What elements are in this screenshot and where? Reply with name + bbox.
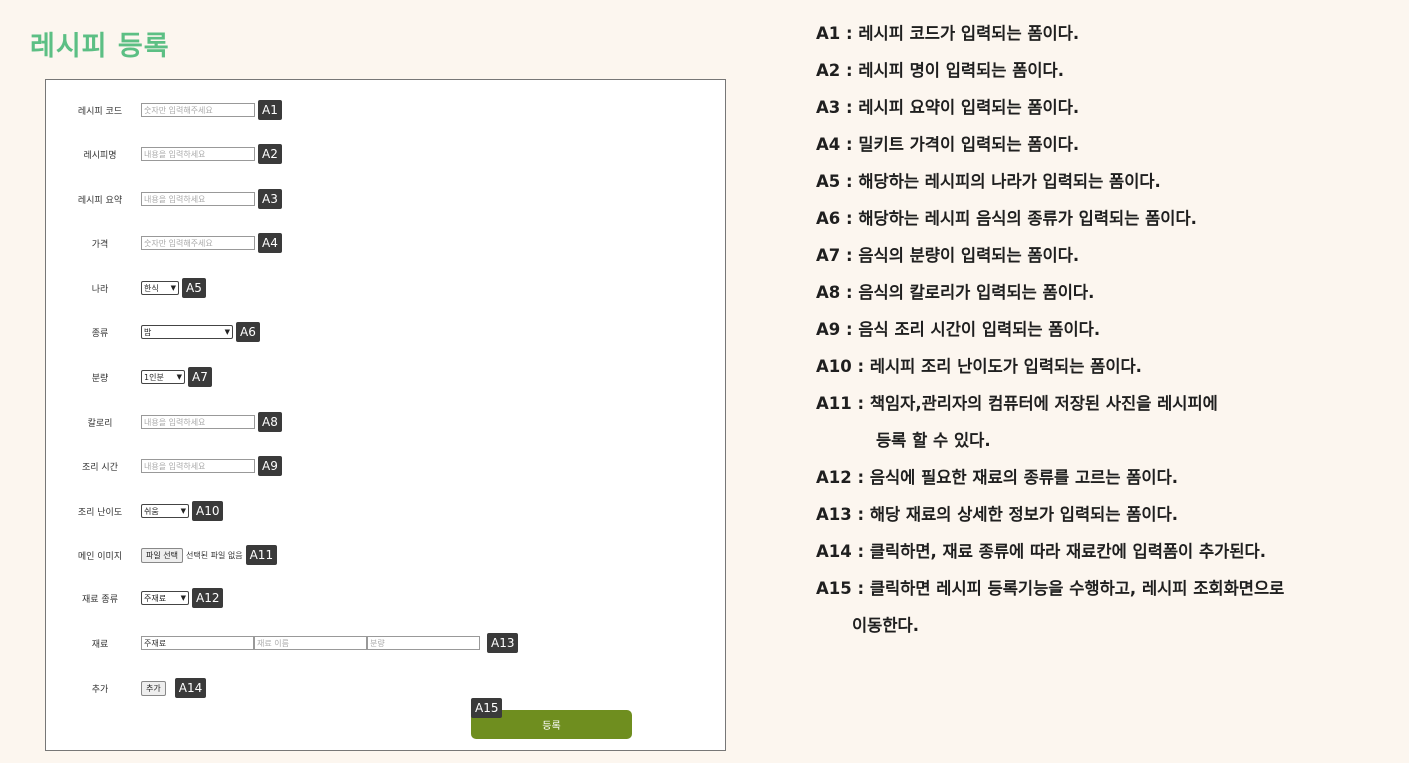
description-item-continued: 등록 할 수 있다. bbox=[876, 431, 991, 450]
annotation-tag: A2 bbox=[258, 144, 282, 164]
select-value: 한식 bbox=[144, 283, 159, 293]
select-value: 밥 bbox=[144, 327, 152, 337]
recipe-form: 레시피 코드 숫자만 입력해주세요 A1 레시피명 내용을 입력하세요 A2 레… bbox=[45, 79, 726, 751]
select-value: 1인분 bbox=[144, 372, 164, 382]
chevron-down-icon: ▼ bbox=[170, 284, 176, 292]
difficulty-select[interactable]: 쉬움 ▼ bbox=[141, 504, 189, 518]
cook-time-input[interactable]: 내용을 입력하세요 bbox=[141, 459, 255, 473]
category-select[interactable]: 밥 ▼ bbox=[141, 325, 233, 339]
description-item: A2 : 레시피 명이 입력되는 폼이다. bbox=[816, 61, 1064, 80]
description-item: A10 : 레시피 조리 난이도가 입력되는 폼이다. bbox=[816, 357, 1142, 376]
field-label: 재료 bbox=[91, 639, 109, 650]
calorie-input[interactable]: 내용을 입력하세요 bbox=[141, 415, 255, 429]
field-label: 가격 bbox=[91, 239, 109, 250]
description-item: A3 : 레시피 요약이 입력되는 폼이다. bbox=[816, 98, 1080, 117]
form-row-ingredient-type: 재료 종류 주재료 ▼ A12 bbox=[46, 587, 725, 609]
annotation-tag: A14 bbox=[174, 678, 207, 698]
annotation-tag: A13 bbox=[487, 633, 519, 653]
annotation-tag: A9 bbox=[258, 456, 282, 476]
form-row-category: 종류 밥 ▼ A6 bbox=[46, 321, 725, 343]
field-label: 칼로리 bbox=[87, 418, 113, 429]
add-ingredient-button[interactable]: 추가 bbox=[141, 680, 166, 696]
field-label: 나라 bbox=[91, 284, 109, 295]
description-item: A5 : 해당하는 레시피의 나라가 입력되는 폼이다. bbox=[816, 172, 1161, 191]
field-label: 조리 시간 bbox=[82, 462, 118, 473]
chevron-down-icon: ▼ bbox=[176, 373, 182, 381]
description-item: A12 : 음식에 필요한 재료의 종류를 고르는 폼이다. bbox=[816, 468, 1179, 487]
ingredient-name-input[interactable]: 재료 이름 bbox=[254, 636, 367, 650]
chevron-down-icon: ▼ bbox=[180, 594, 186, 602]
annotation-tag: A6 bbox=[236, 322, 260, 342]
description-item: A13 : 해당 재료의 상세한 정보가 입력되는 폼이다. bbox=[816, 505, 1179, 524]
chevron-down-icon: ▼ bbox=[224, 328, 230, 336]
annotation-tag: A10 bbox=[192, 501, 224, 521]
annotation-tag: A1 bbox=[258, 100, 282, 120]
field-label: 종류 bbox=[91, 328, 109, 339]
ingredient-type-field[interactable]: 주재료 bbox=[141, 636, 254, 650]
annotation-tag: A4 bbox=[258, 233, 282, 253]
form-row-recipe-code: 레시피 코드 숫자만 입력해주세요 A1 bbox=[46, 99, 725, 121]
form-row-cook-time: 조리 시간 내용을 입력하세요 A9 bbox=[46, 455, 725, 477]
annotation-tag: A3 bbox=[258, 189, 282, 209]
form-row-add: 추가 추가 A14 bbox=[46, 677, 725, 699]
description-item: A6 : 해당하는 레시피 음식의 종류가 입력되는 폼이다. bbox=[816, 209, 1197, 228]
description-item: A15 : 클릭하면 레시피 등록기능을 수행하고, 레시피 조회화면으로 bbox=[816, 579, 1285, 598]
chevron-down-icon: ▼ bbox=[180, 507, 186, 515]
recipe-summary-input[interactable]: 내용을 입력하세요 bbox=[141, 192, 255, 206]
annotation-tag: A7 bbox=[188, 367, 212, 387]
recipe-name-input[interactable]: 내용을 입력하세요 bbox=[141, 147, 255, 161]
price-input[interactable]: 숫자만 입력해주세요 bbox=[141, 236, 255, 250]
field-label: 레시피 요약 bbox=[77, 195, 123, 206]
description-item: A9 : 음식 조리 시간이 입력되는 폼이다. bbox=[816, 320, 1101, 339]
file-status-text: 선택된 파일 없음 bbox=[185, 550, 243, 560]
ingredient-type-select[interactable]: 주재료 ▼ bbox=[141, 591, 189, 605]
field-label: 분량 bbox=[91, 373, 109, 384]
field-label: 추가 bbox=[91, 684, 109, 695]
ingredient-amount-input[interactable]: 분량 bbox=[367, 636, 480, 650]
form-row-recipe-summary: 레시피 요약 내용을 입력하세요 A3 bbox=[46, 188, 725, 210]
annotation-tag: A8 bbox=[258, 412, 282, 432]
description-item-continued: 이동한다. bbox=[852, 616, 919, 635]
description-list: A1 : 레시피 코드가 입력되는 폼이다. A2 : 레시피 명이 입력되는 … bbox=[816, 20, 1406, 649]
field-label: 재료 종류 bbox=[82, 594, 118, 605]
country-select[interactable]: 한식 ▼ bbox=[141, 281, 179, 295]
description-item: A4 : 밀키트 가격이 입력되는 폼이다. bbox=[816, 135, 1080, 154]
form-row-difficulty: 조리 난이도 쉬움 ▼ A10 bbox=[46, 500, 725, 522]
page-title: 레시피 등록 bbox=[30, 31, 170, 62]
file-select-button[interactable]: 파일 선택 bbox=[141, 547, 183, 563]
select-value: 주재료 bbox=[144, 593, 167, 603]
description-item: A7 : 음식의 분량이 입력되는 폼이다. bbox=[816, 246, 1080, 265]
select-value: 쉬움 bbox=[144, 506, 159, 516]
form-row-country: 나라 한식 ▼ A5 bbox=[46, 277, 725, 299]
form-row-price: 가격 숫자만 입력해주세요 A4 bbox=[46, 232, 725, 254]
annotation-tag: A12 bbox=[192, 588, 224, 608]
field-label: 레시피 코드 bbox=[77, 106, 123, 117]
form-row-main-image: 메인 이미지 파일 선택 선택된 파일 없음 A11 bbox=[46, 544, 725, 566]
description-item: A14 : 클릭하면, 재료 종류에 따라 재료칸에 입력폼이 추가된다. bbox=[816, 542, 1266, 561]
annotation-tag: A15 bbox=[471, 698, 503, 718]
form-row-serving: 분량 1인분 ▼ A7 bbox=[46, 366, 725, 388]
description-item: A1 : 레시피 코드가 입력되는 폼이다. bbox=[816, 24, 1080, 43]
annotation-tag: A11 bbox=[245, 545, 278, 565]
field-label: 조리 난이도 bbox=[77, 507, 123, 518]
form-row-ingredient: 재료 주재료 재료 이름 분량 A13 bbox=[46, 632, 725, 654]
serving-select[interactable]: 1인분 ▼ bbox=[141, 370, 185, 384]
form-row-calorie: 칼로리 내용을 입력하세요 A8 bbox=[46, 411, 725, 433]
field-label: 메인 이미지 bbox=[77, 551, 123, 562]
form-row-recipe-name: 레시피명 내용을 입력하세요 A2 bbox=[46, 143, 725, 165]
description-item: A8 : 음식의 칼로리가 입력되는 폼이다. bbox=[816, 283, 1095, 302]
field-label: 레시피명 bbox=[83, 150, 117, 161]
recipe-code-input[interactable]: 숫자만 입력해주세요 bbox=[141, 103, 255, 117]
annotation-tag: A5 bbox=[182, 278, 206, 298]
description-item: A11 : 책임자,관리자의 컴퓨터에 저장된 사진을 레시피에 bbox=[816, 394, 1218, 413]
